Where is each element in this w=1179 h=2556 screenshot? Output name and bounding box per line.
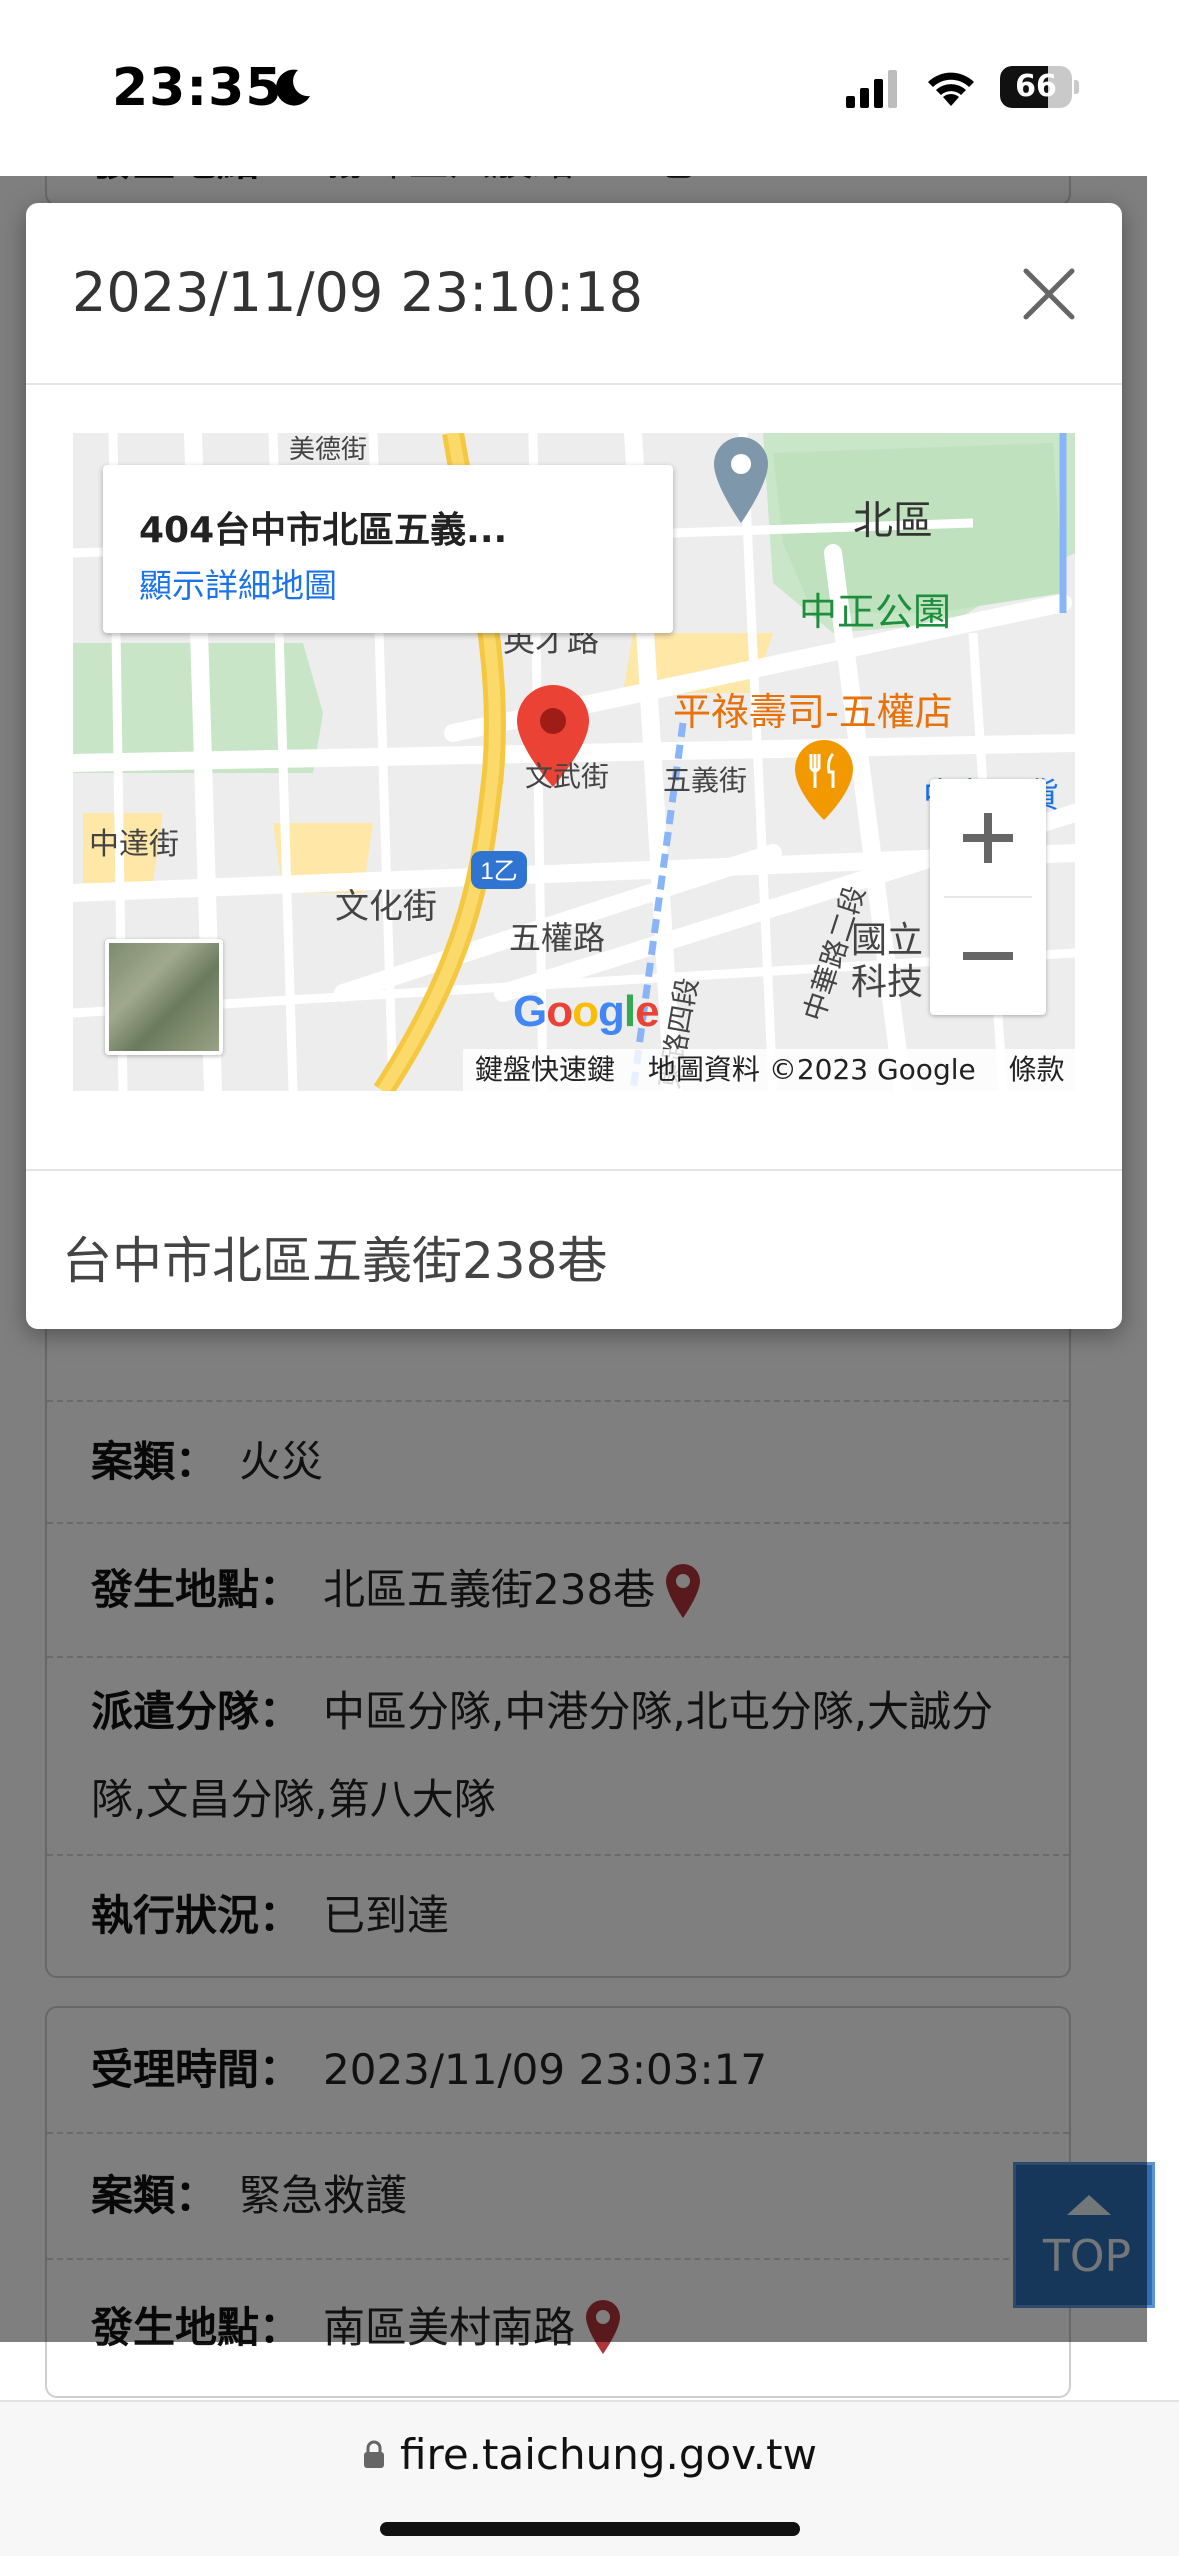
route-shield: 1乙 [471, 851, 527, 889]
route-shield-label: 1乙 [480, 858, 517, 885]
map-label-sushi: 平祿壽司-五權店 [673, 690, 953, 734]
terms-link[interactable]: 條款 [1009, 1053, 1065, 1086]
google-logo: Google [513, 987, 660, 1036]
place-marker-icon[interactable] [711, 435, 771, 525]
status-bar: 23:35 66 [0, 0, 1179, 176]
map-label-park: 中正公園 [799, 590, 952, 634]
zoom-out-button[interactable] [930, 898, 1046, 1015]
wifi-icon [928, 72, 974, 106]
place-info-card: 404台中市北區五義... 顯示詳細地圖 [103, 465, 673, 633]
restaurant-icon[interactable] [793, 738, 855, 822]
map-label-wuyi-street: 五義街 [663, 764, 748, 797]
map-attribution: 鍵盤快速鍵 地圖資料 ©2023 Google 條款 [463, 1049, 1075, 1091]
browser-address-bar[interactable]: fire.taichung.gov.tw [0, 2400, 1179, 2556]
zoom-controls [930, 779, 1046, 1015]
battery-level: 66 [1015, 69, 1057, 104]
map-label-north-district: 北區 [853, 498, 933, 544]
close-icon[interactable] [1016, 261, 1082, 327]
address-text: 台中市北區五義街238巷 [62, 1232, 608, 1290]
map-label-wenwu-street: 文武街 [525, 760, 610, 793]
map-label-keji: 科技 [851, 962, 924, 1003]
modal-title: 2023/11/09 23:10:18 [72, 261, 643, 324]
map-data-credit: 地圖資料 ©2023 Google [647, 1053, 976, 1086]
satellite-view-toggle[interactable] [105, 939, 223, 1055]
cellular-signal-icon [846, 70, 897, 108]
map-label-meide-street: 美德街 [289, 435, 368, 465]
home-indicator [380, 2522, 800, 2536]
lock-icon [364, 2440, 385, 2468]
google-map[interactable]: 1乙 北區 中正公園 平祿壽司-五權店 中友百貨 五義街 文武街 中達街 文化街… [73, 433, 1075, 1091]
clock: 23:35 [112, 58, 283, 118]
zoom-in-button[interactable] [930, 779, 1046, 896]
map-label-wuquan-road: 五權路 [509, 919, 606, 957]
map-label-zhongda-street: 中達街 [89, 827, 179, 862]
modal-header: 2023/11/09 23:10:18 [26, 203, 1122, 385]
show-detailed-map-link[interactable]: 顯示詳細地圖 [139, 559, 337, 607]
map-label-wenhua-street: 文化街 [335, 887, 437, 927]
battery-icon: 66 [1000, 66, 1079, 108]
url-text[interactable]: fire.taichung.gov.tw [400, 2430, 817, 2479]
moon-icon [276, 69, 310, 106]
keyboard-shortcuts-link[interactable]: 鍵盤快速鍵 [475, 1053, 615, 1086]
place-info-title: 404台中市北區五義... [139, 510, 508, 551]
modal-footer: 台中市北區五義街238巷 [26, 1169, 1122, 1329]
